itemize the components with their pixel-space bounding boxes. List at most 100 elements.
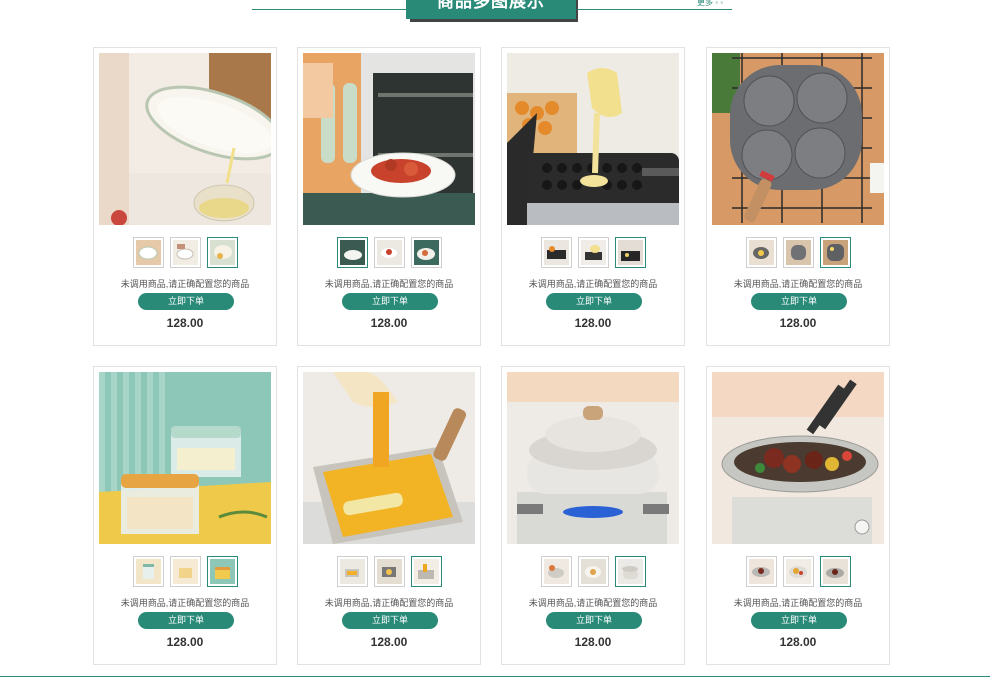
product-note: 未调用商品,请正确配置您的商品 <box>733 598 863 608</box>
thumbnail[interactable] <box>132 237 164 268</box>
thumbnail[interactable] <box>132 556 164 587</box>
thumbnail[interactable] <box>410 556 442 587</box>
buy-now-button[interactable]: 立即下单 <box>138 293 234 310</box>
thumbnail[interactable] <box>819 556 851 587</box>
header-divider-right <box>577 9 732 10</box>
thumbnail-row <box>502 237 684 269</box>
thumbnail[interactable] <box>206 237 238 268</box>
thumbnail[interactable] <box>745 556 777 587</box>
product-image[interactable] <box>712 372 884 544</box>
product-image[interactable] <box>507 372 679 544</box>
product-image[interactable] <box>507 53 679 225</box>
thumbnail[interactable] <box>540 237 572 268</box>
thumbnail-image <box>822 559 848 584</box>
product-note: 未调用商品,请正确配置您的商品 <box>528 279 658 289</box>
thumbnail-image <box>580 559 606 584</box>
buy-now-button[interactable]: 立即下单 <box>342 612 438 629</box>
thumbnail[interactable] <box>614 556 646 587</box>
more-link[interactable]: 更多 ◦ ◦ <box>697 0 723 8</box>
thumbnail-image <box>413 240 439 265</box>
product-note: 未调用商品,请正确配置您的商品 <box>324 598 454 608</box>
egg-pan-photo <box>712 53 884 225</box>
thumbnail[interactable] <box>614 237 646 268</box>
thumbnail-image <box>748 240 774 265</box>
thumbnail-image <box>543 240 569 265</box>
egg-roll-pan-photo <box>303 372 475 544</box>
thumbnail-image <box>339 240 365 265</box>
thumbnail-image <box>376 240 402 265</box>
thumbnail[interactable] <box>410 237 442 268</box>
thumbnail-image <box>617 559 643 584</box>
thumbnail-image <box>135 240 161 265</box>
product-card[interactable]: 未调用商品,请正确配置您的商品 立即下单 128.00 <box>706 47 890 346</box>
thumbnail[interactable] <box>540 556 572 587</box>
thumbnail-image <box>822 240 848 265</box>
product-price: 128.00 <box>370 316 408 330</box>
thumbnail[interactable] <box>206 556 238 587</box>
product-note: 未调用商品,请正确配置您的商品 <box>324 279 454 289</box>
thumbnail[interactable] <box>169 237 201 268</box>
buy-now-button[interactable]: 立即下单 <box>546 612 642 629</box>
thumbnail-row <box>298 556 480 588</box>
product-image[interactable] <box>99 53 271 225</box>
product-note: 未调用商品,请正确配置您的商品 <box>120 598 250 608</box>
thumbnail-row <box>707 237 889 269</box>
buy-now-button[interactable]: 立即下单 <box>138 612 234 629</box>
thumbnail-image <box>172 240 198 265</box>
product-image[interactable] <box>712 53 884 225</box>
product-card[interactable]: 未调用商品,请正确配置您的商品 立即下单 128.00 <box>501 47 685 346</box>
product-note: 未调用商品,请正确配置您的商品 <box>528 598 658 608</box>
thumbnail-image <box>209 240 235 265</box>
product-price: 128.00 <box>574 635 612 649</box>
product-price: 128.00 <box>574 316 612 330</box>
product-card[interactable]: 未调用商品,请正确配置您的商品 立即下单 128.00 <box>501 366 685 665</box>
thumbnail-image <box>785 559 811 584</box>
thumbnail[interactable] <box>577 237 609 268</box>
thumbnail[interactable] <box>782 237 814 268</box>
product-grid: 未调用商品,请正确配置您的商品 立即下单 128.00 未调用商品,请正确配置您… <box>93 47 890 665</box>
product-price: 128.00 <box>370 635 408 649</box>
thumbnail[interactable] <box>745 237 777 268</box>
footer-divider <box>0 676 990 677</box>
buy-now-button[interactable]: 立即下单 <box>751 293 847 310</box>
stew-pot-photo <box>507 372 679 544</box>
thumbnail[interactable] <box>336 556 368 587</box>
thumbnail-image <box>748 559 774 584</box>
thumbnail-image <box>135 559 161 584</box>
product-card[interactable]: 未调用商品,请正确配置您的商品 立即下单 128.00 <box>93 47 277 346</box>
grill-pan-photo <box>712 372 884 544</box>
product-card[interactable]: 未调用商品,请正确配置您的商品 立即下单 128.00 <box>297 366 481 665</box>
product-card[interactable]: 未调用商品,请正确配置您的商品 立即下单 128.00 <box>93 366 277 665</box>
product-card[interactable]: 未调用商品,请正确配置您的商品 立即下单 128.00 <box>706 366 890 665</box>
thumbnail[interactable] <box>373 556 405 587</box>
thumbnail[interactable] <box>336 237 368 268</box>
thumbnail-image <box>580 240 606 265</box>
oven-dish-photo <box>303 53 475 225</box>
thumbnail-row <box>298 237 480 269</box>
thumbnail[interactable] <box>373 237 405 268</box>
header-divider-left <box>252 9 406 10</box>
thumbnail-row <box>94 237 276 269</box>
buy-now-button[interactable]: 立即下单 <box>546 293 642 310</box>
plate-pouring-photo <box>99 53 271 225</box>
buy-now-button[interactable]: 立即下单 <box>342 293 438 310</box>
thumbnail[interactable] <box>169 556 201 587</box>
product-note: 未调用商品,请正确配置您的商品 <box>733 279 863 289</box>
product-price: 128.00 <box>779 316 817 330</box>
product-price: 128.00 <box>166 316 204 330</box>
thumbnail-image <box>617 240 643 265</box>
thumbnail-image <box>785 240 811 265</box>
storage-box-photo <box>99 372 271 544</box>
takoyaki-pan-photo <box>507 53 679 225</box>
product-price: 128.00 <box>166 635 204 649</box>
buy-now-button[interactable]: 立即下单 <box>751 612 847 629</box>
product-card[interactable]: 未调用商品,请正确配置您的商品 立即下单 128.00 <box>297 47 481 346</box>
thumbnail[interactable] <box>819 237 851 268</box>
thumbnail-image <box>376 559 402 584</box>
product-image[interactable] <box>303 372 475 544</box>
thumbnail[interactable] <box>577 556 609 587</box>
product-image[interactable] <box>99 372 271 544</box>
product-image[interactable] <box>303 53 475 225</box>
thumbnail[interactable] <box>782 556 814 587</box>
product-note: 未调用商品,请正确配置您的商品 <box>120 279 250 289</box>
